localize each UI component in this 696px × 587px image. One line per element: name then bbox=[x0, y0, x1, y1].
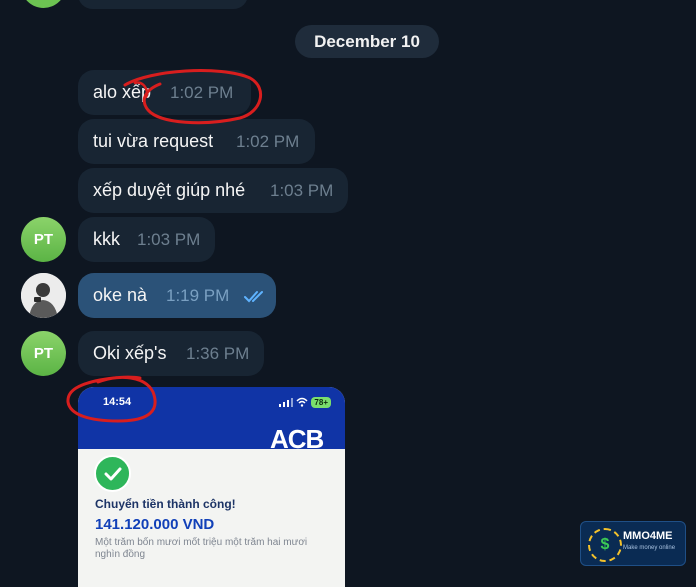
message-time: 1:03 PM bbox=[270, 180, 334, 200]
message-time: 1:36 PM bbox=[186, 343, 250, 363]
battery-icon: 78+ bbox=[311, 396, 331, 408]
transfer-amount: 141.120.000 VND bbox=[95, 516, 215, 533]
message-text: oke nà bbox=[93, 285, 148, 305]
message-time: 1:19 PM bbox=[166, 285, 230, 305]
message-bubble-outgoing[interactable]: oke nà 1:19 PM bbox=[78, 273, 276, 318]
receipt-image[interactable]: 14:54 78+ ACB Chuyển tiền thành công! 14… bbox=[78, 387, 345, 587]
message-bubble[interactable]: tui vừa request 1:02 PM bbox=[78, 119, 315, 164]
message-time: 1:02 PM bbox=[170, 82, 234, 102]
mmo4me-watermark: $ MMO4ME Make money online bbox=[580, 521, 686, 566]
amount-in-words: Một trăm bốn mươi mốt triệu một trăm hai… bbox=[95, 537, 308, 560]
message-text: alo xếp bbox=[93, 82, 152, 102]
message-bubble-partial[interactable] bbox=[78, 0, 248, 9]
sender-avatar-partial[interactable] bbox=[21, 0, 66, 8]
message-bubble[interactable]: Oki xếp's 1:36 PM bbox=[78, 331, 264, 376]
message-time: 1:02 PM bbox=[236, 131, 300, 151]
wifi-icon bbox=[296, 397, 308, 407]
phone-status-bar: 78+ bbox=[279, 396, 331, 408]
watermark-brand: MMO4ME bbox=[623, 530, 673, 542]
message-text: xếp duyệt giúp nhé bbox=[93, 180, 246, 200]
chat-history[interactable]: December 10 alo xếp 1:02 PM tui vừa requ… bbox=[0, 0, 696, 587]
message-bubble[interactable]: kkk 1:03 PM bbox=[78, 217, 215, 262]
message-text: Oki xếp's bbox=[93, 343, 167, 363]
message-time: 1:03 PM bbox=[137, 229, 201, 249]
date-separator: December 10 bbox=[295, 25, 439, 58]
transfer-success-title: Chuyển tiền thành công! bbox=[95, 497, 236, 511]
read-checkmarks-icon bbox=[244, 291, 263, 303]
message-text: tui vừa request bbox=[93, 131, 214, 151]
message-bubble[interactable]: alo xếp 1:02 PM bbox=[78, 70, 251, 115]
dollar-coin-icon: $ bbox=[588, 528, 622, 562]
success-check-icon bbox=[94, 455, 131, 492]
own-avatar[interactable] bbox=[21, 273, 66, 318]
date-separator-label: December 10 bbox=[314, 31, 420, 51]
sender-avatar[interactable]: PT bbox=[21, 331, 66, 376]
watermark-tagline: Make money online bbox=[623, 545, 676, 551]
sender-avatar[interactable]: PT bbox=[21, 217, 66, 262]
message-text: kkk bbox=[93, 229, 120, 249]
avatar-initials: PT bbox=[33, 345, 54, 362]
avatar-initials: PT bbox=[33, 231, 54, 248]
message-bubble[interactable]: xếp duyệt giúp nhé 1:03 PM bbox=[78, 168, 348, 213]
person-photo-icon bbox=[21, 273, 66, 318]
signal-icon bbox=[279, 398, 294, 407]
phone-clock: 14:54 bbox=[103, 396, 132, 408]
